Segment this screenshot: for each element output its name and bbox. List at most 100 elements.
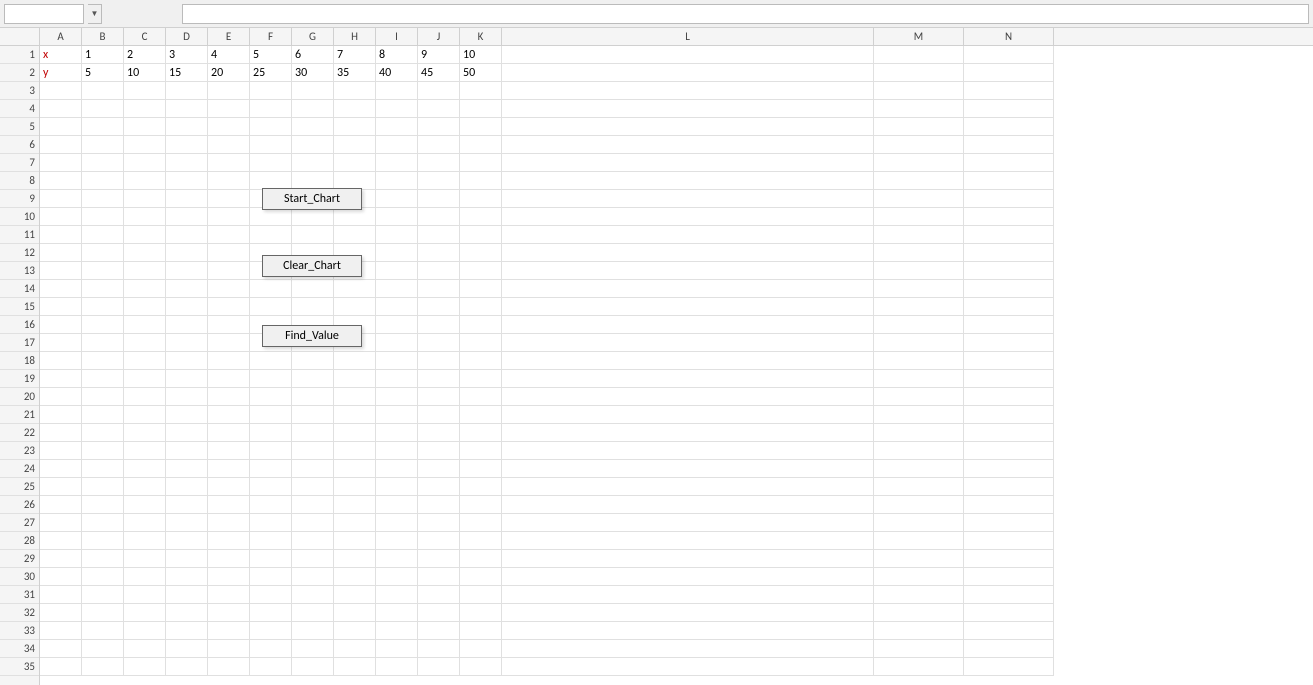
col-header-H[interactable]: H xyxy=(334,28,376,45)
cell-K35[interactable] xyxy=(460,658,502,676)
cell-B34[interactable] xyxy=(82,640,124,658)
cancel-icon[interactable] xyxy=(110,4,130,24)
cell-D23[interactable] xyxy=(166,442,208,460)
cell-J8[interactable] xyxy=(418,172,460,190)
cell-F5[interactable] xyxy=(250,118,292,136)
cell-I20[interactable] xyxy=(376,388,418,406)
cell-D7[interactable] xyxy=(166,154,208,172)
cell-A20[interactable] xyxy=(40,388,82,406)
cell-B17[interactable] xyxy=(82,334,124,352)
cell-I26[interactable] xyxy=(376,496,418,514)
cell-E25[interactable] xyxy=(208,478,250,496)
cell-E26[interactable] xyxy=(208,496,250,514)
cell-B8[interactable] xyxy=(82,172,124,190)
cell-A24[interactable] xyxy=(40,460,82,478)
cell-L4[interactable] xyxy=(502,100,874,118)
row-num-10[interactable]: 10 xyxy=(0,208,39,226)
cell-C16[interactable] xyxy=(124,316,166,334)
cell-N4[interactable] xyxy=(964,100,1054,118)
cell-G1[interactable]: 6 xyxy=(292,46,334,64)
cell-F28[interactable] xyxy=(250,532,292,550)
row-num-2[interactable]: 2 xyxy=(0,64,39,82)
cell-N32[interactable] xyxy=(964,604,1054,622)
cell-K17[interactable] xyxy=(460,334,502,352)
cell-G26[interactable] xyxy=(292,496,334,514)
cell-H11[interactable] xyxy=(334,226,376,244)
cell-I14[interactable] xyxy=(376,280,418,298)
row-num-34[interactable]: 34 xyxy=(0,640,39,658)
cell-G15[interactable] xyxy=(292,298,334,316)
cell-L23[interactable] xyxy=(502,442,874,460)
cell-I19[interactable] xyxy=(376,370,418,388)
cell-B10[interactable] xyxy=(82,208,124,226)
cell-N9[interactable] xyxy=(964,190,1054,208)
cell-F2[interactable]: 25 xyxy=(250,64,292,82)
cell-N11[interactable] xyxy=(964,226,1054,244)
cell-F26[interactable] xyxy=(250,496,292,514)
cell-D6[interactable] xyxy=(166,136,208,154)
cell-L26[interactable] xyxy=(502,496,874,514)
cell-J3[interactable] xyxy=(418,82,460,100)
cell-N19[interactable] xyxy=(964,370,1054,388)
cell-B9[interactable] xyxy=(82,190,124,208)
cell-N17[interactable] xyxy=(964,334,1054,352)
cell-I8[interactable] xyxy=(376,172,418,190)
row-num-33[interactable]: 33 xyxy=(0,622,39,640)
cell-B1[interactable]: 1 xyxy=(82,46,124,64)
cell-I4[interactable] xyxy=(376,100,418,118)
cell-G25[interactable] xyxy=(292,478,334,496)
cell-G30[interactable] xyxy=(292,568,334,586)
cell-M20[interactable] xyxy=(874,388,964,406)
cell-G6[interactable] xyxy=(292,136,334,154)
cell-A21[interactable] xyxy=(40,406,82,424)
cell-F33[interactable] xyxy=(250,622,292,640)
cell-A8[interactable] xyxy=(40,172,82,190)
cell-K27[interactable] xyxy=(460,514,502,532)
cell-G18[interactable] xyxy=(292,352,334,370)
cell-H3[interactable] xyxy=(334,82,376,100)
cell-I32[interactable] xyxy=(376,604,418,622)
cell-L12[interactable] xyxy=(502,244,874,262)
cell-H33[interactable] xyxy=(334,622,376,640)
cell-B30[interactable] xyxy=(82,568,124,586)
cell-E24[interactable] xyxy=(208,460,250,478)
cell-C9[interactable] xyxy=(124,190,166,208)
cell-C11[interactable] xyxy=(124,226,166,244)
cell-J29[interactable] xyxy=(418,550,460,568)
cell-D34[interactable] xyxy=(166,640,208,658)
cell-K10[interactable] xyxy=(460,208,502,226)
cell-C33[interactable] xyxy=(124,622,166,640)
cell-N31[interactable] xyxy=(964,586,1054,604)
cell-N13[interactable] xyxy=(964,262,1054,280)
cell-J34[interactable] xyxy=(418,640,460,658)
cell-A7[interactable] xyxy=(40,154,82,172)
cell-J17[interactable] xyxy=(418,334,460,352)
cell-A11[interactable] xyxy=(40,226,82,244)
cell-B33[interactable] xyxy=(82,622,124,640)
col-header-K[interactable]: K xyxy=(460,28,502,45)
cell-D24[interactable] xyxy=(166,460,208,478)
cell-A33[interactable] xyxy=(40,622,82,640)
cell-K3[interactable] xyxy=(460,82,502,100)
cell-F23[interactable] xyxy=(250,442,292,460)
cell-G32[interactable] xyxy=(292,604,334,622)
cell-M10[interactable] xyxy=(874,208,964,226)
cell-G31[interactable] xyxy=(292,586,334,604)
cell-L1[interactable] xyxy=(502,46,874,64)
cell-D20[interactable] xyxy=(166,388,208,406)
cell-L28[interactable] xyxy=(502,532,874,550)
col-header-C[interactable]: C xyxy=(124,28,166,45)
cell-K26[interactable] xyxy=(460,496,502,514)
col-header-D[interactable]: D xyxy=(166,28,208,45)
row-num-30[interactable]: 30 xyxy=(0,568,39,586)
cell-E7[interactable] xyxy=(208,154,250,172)
cell-H23[interactable] xyxy=(334,442,376,460)
cell-J24[interactable] xyxy=(418,460,460,478)
cell-A10[interactable] xyxy=(40,208,82,226)
cell-E18[interactable] xyxy=(208,352,250,370)
cell-J33[interactable] xyxy=(418,622,460,640)
row-num-6[interactable]: 6 xyxy=(0,136,39,154)
cell-K11[interactable] xyxy=(460,226,502,244)
cell-L25[interactable] xyxy=(502,478,874,496)
cell-A18[interactable] xyxy=(40,352,82,370)
